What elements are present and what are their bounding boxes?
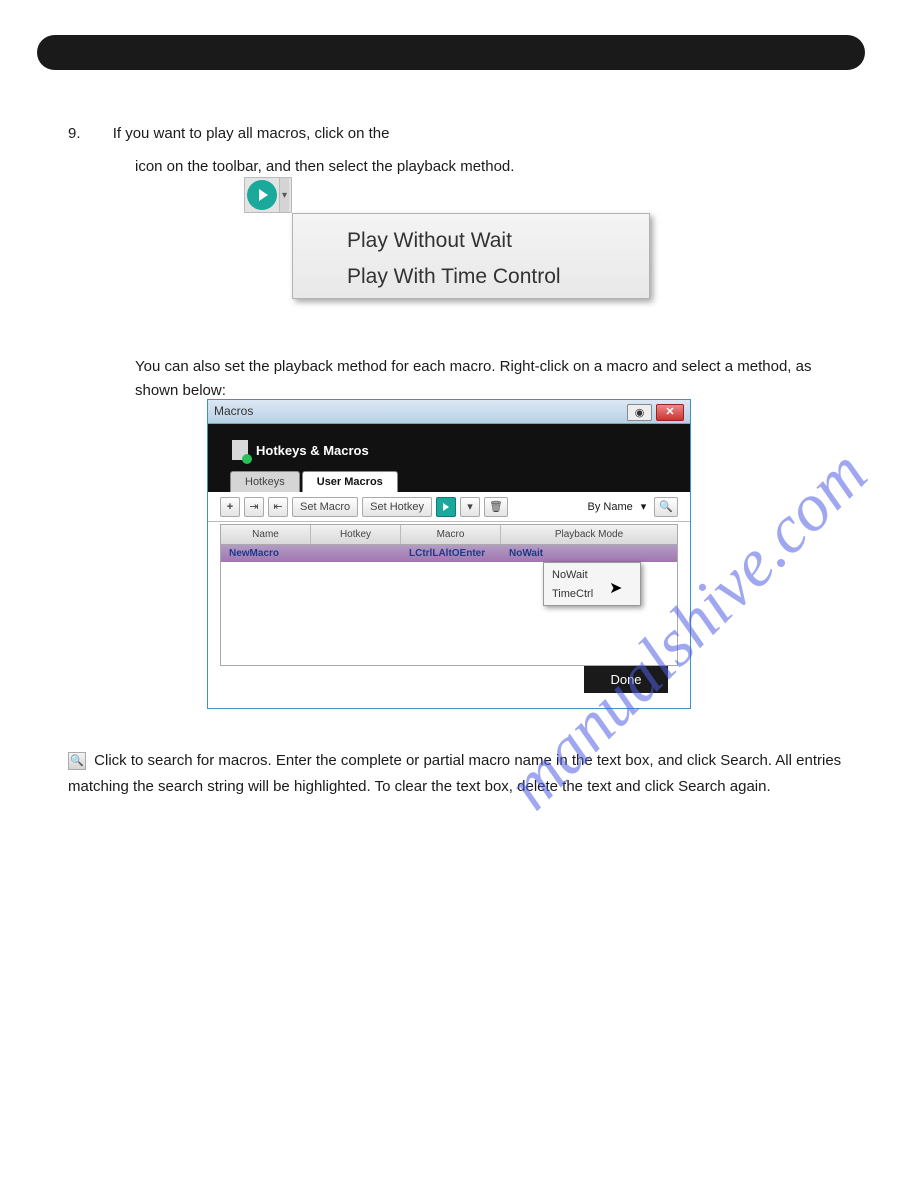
tab-hotkeys[interactable]: Hotkeys	[230, 471, 300, 492]
import-button[interactable]: ⇥	[244, 497, 264, 517]
delete-button[interactable]: 🗑	[484, 497, 508, 517]
search-paragraph: 🔍 Click to search for macros. Enter the …	[68, 748, 868, 799]
context-menu: NoWait TimeCtrl	[543, 562, 641, 606]
cell-macro: LCtrlLAltOEnter	[401, 548, 501, 559]
step-9-text-b: icon on the toolbar, and then select the…	[135, 155, 514, 179]
dialog-toolbar: + ⇥ ⇤ Set Macro Set Hotkey ▾ 🗑 By Name ▾…	[208, 492, 690, 522]
add-button[interactable]: +	[220, 497, 240, 517]
chevron-down-icon[interactable]: ▾	[279, 178, 289, 212]
col-hotkey[interactable]: Hotkey	[311, 525, 401, 544]
sort-label[interactable]: By Name	[588, 501, 633, 513]
eye-icon[interactable]: ◉	[627, 404, 652, 421]
step-number-line: 9. If you want to play all macros, click…	[68, 125, 389, 142]
cursor-icon: ➤	[609, 578, 622, 598]
done-button[interactable]: Done	[584, 666, 668, 693]
step-9-text-a: If you want to play all macros, click on…	[113, 125, 390, 142]
step-9-number: 9.	[68, 125, 81, 142]
play-icon	[247, 180, 277, 210]
macros-dialog: Macros ◉ ✕ Hotkeys & Macros Hotkeys User…	[207, 399, 691, 709]
search-text: Click to search for macros. Enter the co…	[68, 752, 841, 795]
dialog-title-text: Macros	[214, 404, 253, 419]
play-dropdown-chevron[interactable]: ▾	[460, 497, 480, 517]
set-macro-button[interactable]: Set Macro	[292, 497, 358, 517]
export-button[interactable]: ⇤	[268, 497, 288, 517]
playback-method-text: You can also set the playback method for…	[135, 355, 855, 403]
document-icon	[232, 440, 248, 460]
sort-chevron-icon[interactable]: ▾	[641, 500, 647, 513]
header-label: Hotkeys & Macros	[256, 443, 369, 458]
set-hotkey-button[interactable]: Set Hotkey	[362, 497, 432, 517]
play-button[interactable]: ▾	[244, 177, 292, 213]
menu-item-play-with-time-control[interactable]: Play With Time Control	[347, 259, 649, 295]
cell-name: NewMacro	[221, 548, 311, 559]
table-row[interactable]: NewMacro LCtrlLAltOEnter NoWait	[221, 545, 677, 562]
col-macro[interactable]: Macro	[401, 525, 501, 544]
col-playback[interactable]: Playback Mode	[501, 525, 677, 544]
dialog-black-header: Hotkeys & Macros Hotkeys User Macros	[208, 424, 690, 492]
cell-playback: NoWait	[501, 548, 677, 559]
menu-item-play-without-wait[interactable]: Play Without Wait	[347, 223, 649, 259]
table-header: Name Hotkey Macro Playback Mode	[221, 525, 677, 545]
play-dropdown-figure: ▾ Play Without Wait Play With Time Contr…	[244, 177, 656, 307]
section-header-bar	[37, 35, 865, 70]
search-toolbar-button[interactable]: 🔍	[654, 497, 678, 517]
col-name[interactable]: Name	[221, 525, 311, 544]
search-icon: 🔍	[68, 752, 86, 770]
tab-user-macros[interactable]: User Macros	[302, 471, 398, 492]
macros-table: Name Hotkey Macro Playback Mode NewMacro…	[220, 524, 678, 666]
play-dropdown-menu: Play Without Wait Play With Time Control	[292, 213, 650, 299]
close-button[interactable]: ✕	[656, 404, 684, 421]
dialog-titlebar: Macros ◉ ✕	[208, 400, 690, 424]
play-toolbar-button[interactable]	[436, 497, 456, 517]
